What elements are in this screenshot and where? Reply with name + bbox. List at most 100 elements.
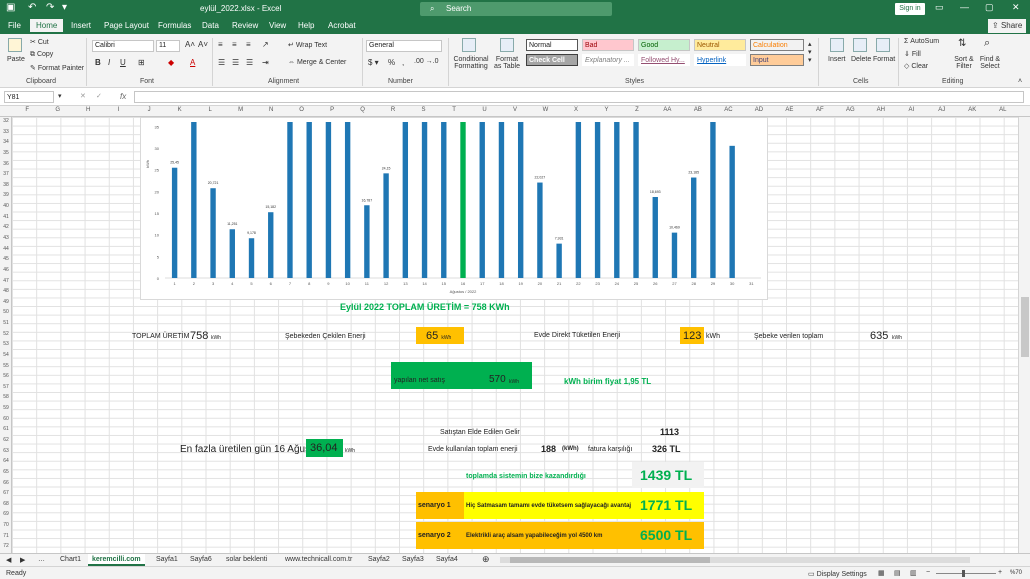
- formula-input[interactable]: [134, 91, 1024, 103]
- style-calculation[interactable]: Calculation: [750, 39, 804, 51]
- column-header[interactable]: AI: [896, 107, 926, 113]
- column-header[interactable]: AE: [774, 107, 804, 113]
- number-format-select[interactable]: General: [366, 40, 442, 52]
- row-header[interactable]: 61: [0, 426, 12, 432]
- column-header[interactable]: AB: [683, 107, 713, 113]
- column-header[interactable]: X: [561, 107, 591, 113]
- horizontal-scroll-thumb[interactable]: [510, 557, 710, 563]
- style-bad[interactable]: Bad: [582, 39, 634, 51]
- cancel-entry-icon[interactable]: ✕: [80, 92, 86, 100]
- sheet-tab-sayfa2[interactable]: Sayfa2: [368, 556, 390, 563]
- autosave-icon[interactable]: ▣: [6, 2, 15, 13]
- row-header[interactable]: 39: [0, 192, 12, 198]
- vertical-scrollbar[interactable]: [1018, 117, 1030, 553]
- borders-icon[interactable]: ⊞: [138, 58, 145, 67]
- column-header[interactable]: V: [500, 107, 530, 113]
- italic-button[interactable]: I: [108, 58, 110, 67]
- row-header[interactable]: 63: [0, 448, 12, 454]
- column-header[interactable]: I: [103, 107, 133, 113]
- column-header[interactable]: M: [225, 107, 255, 113]
- column-header[interactable]: Y: [591, 107, 621, 113]
- sort-filter-button[interactable]: Sort & Filter: [952, 56, 976, 70]
- comma-icon[interactable]: ,: [402, 58, 404, 67]
- row-header[interactable]: 41: [0, 214, 12, 220]
- add-sheet-button[interactable]: ⊕: [482, 554, 490, 565]
- style-check-cell[interactable]: Check Cell: [526, 54, 578, 66]
- style-hyperlink[interactable]: Hyperlink: [694, 54, 746, 66]
- normal-view-icon[interactable]: ▦: [878, 569, 885, 577]
- insert-cells-button[interactable]: Insert: [828, 56, 846, 63]
- row-header[interactable]: 36: [0, 161, 12, 167]
- row-header[interactable]: 60: [0, 416, 12, 422]
- row-header[interactable]: 69: [0, 511, 12, 517]
- style-good[interactable]: Good: [638, 39, 690, 51]
- customize-qat-icon[interactable]: ▾: [62, 2, 67, 13]
- percent-icon[interactable]: %: [388, 58, 395, 67]
- align-middle-icon[interactable]: ≡: [232, 40, 237, 49]
- tab-home[interactable]: Home: [30, 19, 64, 34]
- align-center-icon[interactable]: ☰: [232, 58, 239, 67]
- row-header[interactable]: 46: [0, 267, 12, 273]
- sheet-tab-solar-beklenti[interactable]: solar beklenti: [226, 556, 267, 563]
- delete-cells-icon[interactable]: [853, 38, 867, 52]
- find-select-button[interactable]: Find & Select: [976, 56, 1004, 70]
- sign-in-button[interactable]: Sign in: [895, 3, 925, 15]
- tab-help[interactable]: Help: [298, 21, 314, 30]
- namebox-dropdown-icon[interactable]: ▾: [58, 92, 62, 100]
- column-header[interactable]: Q: [347, 107, 377, 113]
- row-header[interactable]: 44: [0, 246, 12, 252]
- share-button[interactable]: ⇪ Share: [988, 19, 1027, 33]
- next-sheet-icon[interactable]: ▶: [20, 556, 25, 564]
- align-top-icon[interactable]: ≡: [218, 40, 223, 49]
- style-explanatory[interactable]: Explanatory ...: [582, 54, 634, 66]
- row-header[interactable]: 66: [0, 480, 12, 486]
- format-cells-button[interactable]: Format: [873, 56, 895, 63]
- column-header[interactable]: G: [42, 107, 72, 113]
- font-size-select[interactable]: 11: [156, 40, 180, 52]
- column-header[interactable]: O: [286, 107, 316, 113]
- row-header[interactable]: 49: [0, 299, 12, 305]
- fill-button[interactable]: ⇓ Fill: [904, 50, 921, 58]
- merge-center-button[interactable]: ⇔ Merge & Center: [288, 59, 346, 66]
- row-header[interactable]: 48: [0, 288, 12, 294]
- column-header[interactable]: U: [469, 107, 499, 113]
- column-header[interactable]: AD: [744, 107, 774, 113]
- close-button[interactable]: ✕: [1012, 2, 1020, 13]
- page-break-view-icon[interactable]: ▥: [910, 569, 917, 577]
- row-header[interactable]: 68: [0, 501, 12, 507]
- sheet-tab-sayfa6[interactable]: Sayfa6: [190, 556, 212, 563]
- style-normal[interactable]: Normal: [526, 39, 578, 51]
- horizontal-scrollbar[interactable]: [500, 557, 970, 563]
- row-header[interactable]: 50: [0, 309, 12, 315]
- search-box[interactable]: ⌕ Search: [420, 2, 612, 16]
- fill-color-icon[interactable]: ◆: [168, 58, 174, 67]
- grow-font-button[interactable]: A˄: [185, 40, 195, 49]
- column-header[interactable]: R: [378, 107, 408, 113]
- tab-file[interactable]: File: [8, 21, 21, 30]
- row-header[interactable]: 65: [0, 469, 12, 475]
- paste-button[interactable]: Paste: [7, 56, 25, 63]
- row-header[interactable]: 34: [0, 139, 12, 145]
- tab-review[interactable]: Review: [232, 21, 258, 30]
- tab-page-layout[interactable]: Page Layout: [104, 21, 149, 30]
- row-header[interactable]: 33: [0, 129, 12, 135]
- clear-button[interactable]: ◇ Clear: [904, 62, 928, 70]
- zoom-slider-thumb[interactable]: [962, 570, 965, 577]
- column-header[interactable]: AC: [713, 107, 743, 113]
- row-header[interactable]: 51: [0, 320, 12, 326]
- column-header[interactable]: N: [256, 107, 286, 113]
- column-header[interactable]: H: [73, 107, 103, 113]
- row-header[interactable]: 32: [0, 118, 12, 124]
- conditional-formatting-button[interactable]: Conditional Formatting: [452, 56, 490, 70]
- row-header[interactable]: 64: [0, 458, 12, 464]
- row-header[interactable]: 42: [0, 224, 12, 230]
- bold-button[interactable]: B: [95, 58, 101, 67]
- autosum-button[interactable]: Σ AutoSum: [904, 38, 939, 45]
- indent-icon[interactable]: ⇥: [262, 58, 269, 67]
- align-left-icon[interactable]: ☰: [218, 58, 225, 67]
- column-header[interactable]: AH: [866, 107, 896, 113]
- font-name-select[interactable]: Calibri: [92, 40, 154, 52]
- sheet-tab-keremcilli[interactable]: keremcilli.com: [88, 554, 145, 566]
- row-header[interactable]: 43: [0, 235, 12, 241]
- cut-button[interactable]: ✂ Cut: [30, 38, 49, 46]
